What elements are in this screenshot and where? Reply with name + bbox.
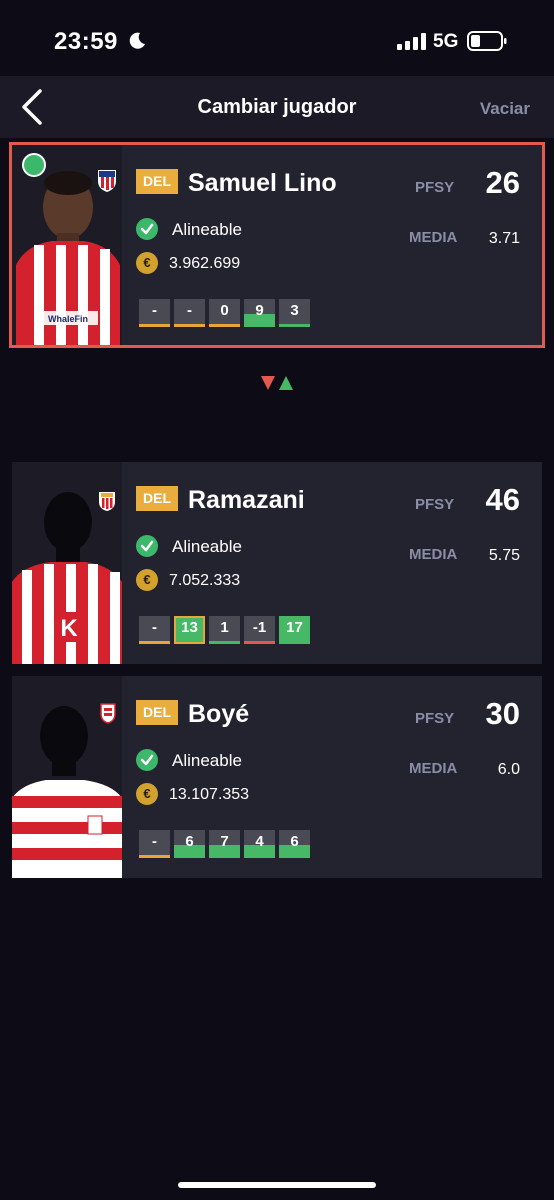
coin-icon: €: [136, 569, 158, 591]
media-value: 6.0: [497, 761, 520, 778]
player-price: 13.107.353: [169, 786, 250, 803]
check-icon: [136, 535, 158, 557]
pfsy-value: 30: [485, 696, 520, 731]
score-chip: 7: [209, 830, 240, 858]
position-badge: DEL: [136, 700, 178, 725]
player-photo: [12, 676, 122, 878]
player-card-boye[interactable]: DEL Boyé Alineable € 13.107.353 - 6 7 4 …: [12, 676, 542, 878]
player-name: Samuel Lino: [188, 169, 337, 197]
player-photo: K: [12, 462, 122, 664]
media-value: 5.75: [488, 547, 520, 564]
player-card-ramazani[interactable]: K DEL Ramazani Alineable € 7.052.333 - 1…: [12, 462, 542, 664]
battery-icon: [467, 31, 507, 51]
media-label: MEDIA: [409, 546, 458, 563]
svg-text:K: K: [60, 615, 78, 642]
position-badge: DEL: [136, 486, 178, 511]
pfsy-label: PFSY: [415, 710, 455, 727]
score-chip: 4: [244, 830, 275, 858]
score-chip: 6: [279, 830, 310, 858]
media-value: 3.71: [488, 230, 520, 247]
player-name: Boyé: [188, 700, 250, 728]
moon-icon: [129, 32, 145, 49]
availability-text: Alineable: [172, 220, 242, 239]
pfsy-value: 46: [485, 482, 520, 517]
score-chip: 0: [209, 299, 240, 327]
player-card-samuel-lino[interactable]: WhaleFin DEL Samuel Lino Alineable € 3.9…: [9, 142, 545, 348]
player-price: 3.962.699: [169, 255, 241, 272]
player-price: 7.052.333: [169, 572, 241, 589]
page-title: Cambiar jugador: [197, 96, 357, 118]
score-chip: -1: [244, 616, 275, 644]
clear-button[interactable]: Vaciar: [480, 99, 530, 119]
status-bar: 23:59 5G: [0, 0, 554, 76]
score-chip: -: [174, 299, 205, 327]
media-label: MEDIA: [409, 229, 458, 246]
atletico-crest-icon: [98, 170, 116, 192]
status-dot-icon: [22, 153, 46, 177]
score-chip: 9: [244, 299, 275, 327]
score-chip: -: [139, 616, 170, 644]
position-badge: DEL: [136, 169, 178, 194]
signal-icon: [397, 33, 426, 50]
player-photo: WhaleFin: [12, 145, 122, 345]
coin-icon: €: [136, 783, 158, 805]
pfsy-label: PFSY: [415, 496, 455, 513]
granada-crest-icon: [100, 703, 116, 724]
status-time: 23:59: [54, 28, 118, 55]
coin-icon: €: [136, 252, 158, 274]
score-chip: 1: [209, 616, 240, 644]
score-chip: 17: [279, 616, 310, 644]
home-indicator[interactable]: [178, 1182, 376, 1188]
pfsy-value: 26: [485, 165, 520, 200]
availability-text: Alineable: [172, 751, 242, 770]
almeria-crest-icon: [99, 492, 115, 511]
top-nav: Cambiar jugador Vaciar: [0, 76, 554, 138]
swap-icon[interactable]: [260, 375, 294, 391]
svg-text:WhaleFin: WhaleFin: [48, 314, 88, 324]
pfsy-label: PFSY: [415, 179, 455, 196]
check-icon: [136, 749, 158, 771]
player-name: Ramazani: [188, 486, 305, 514]
score-chip: 13: [174, 616, 205, 644]
media-label: MEDIA: [409, 760, 458, 777]
score-chip: -: [139, 830, 170, 858]
score-chip: 6: [174, 830, 205, 858]
network-label: 5G: [433, 31, 459, 52]
score-chip: -: [139, 299, 170, 327]
check-icon: [136, 218, 158, 240]
score-chip: 3: [279, 299, 310, 327]
availability-text: Alineable: [172, 537, 242, 556]
